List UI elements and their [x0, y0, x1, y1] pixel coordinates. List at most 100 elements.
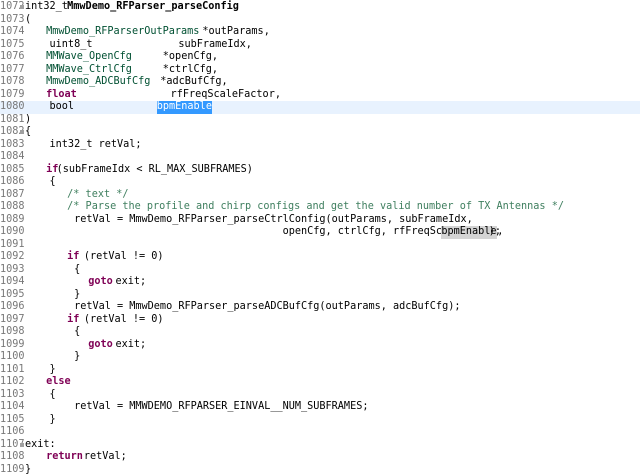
line-number: 1080 [0, 101, 24, 114]
code-line[interactable]: 1077 MMWave_CtrlCfg *ctrlCfg, [0, 64, 640, 77]
code-line[interactable]: 1091 [0, 239, 640, 252]
code-token: { [25, 264, 80, 277]
code-token: *ctrlCfg, [120, 64, 218, 77]
code-token: { [25, 326, 80, 339]
code-token: MmwDemo_RFParserOutParams [46, 26, 199, 39]
code-token: MmwDemo_RFParser_parseConfig [67, 1, 239, 14]
line-number: 1093 [0, 264, 24, 277]
line-number: 1103 [0, 389, 24, 402]
code-line[interactable]: 1086 { [0, 176, 640, 189]
code-token: retVal; [78, 451, 127, 464]
code-line[interactable]: 1093 { [0, 264, 640, 277]
code-line[interactable]: 1095 } [0, 289, 640, 302]
code-token: } [25, 464, 31, 476]
line-number: 1098 [0, 326, 24, 339]
line-number: 1108 [0, 451, 24, 464]
line-number: 1079 [0, 89, 24, 102]
code-line[interactable]: 1097 if (retVal != 0) [0, 314, 640, 327]
line-number: 1099 [0, 339, 24, 352]
code-line[interactable]: 1074 MmwDemo_RFParserOutParams *outParam… [0, 26, 640, 39]
code-line[interactable]: 1092 if (retVal != 0) [0, 251, 640, 264]
code-line[interactable]: 1078 MmwDemo_ADCBufCfg *adcBufCfg, [0, 76, 640, 89]
code-line[interactable]: 1080 bool bpmEnable [0, 101, 640, 114]
code-token: } [25, 289, 80, 302]
line-number: 1101 [0, 364, 24, 377]
code-token: retVal = MMWDEMO_RFPARSER_EINVAL__NUM_SU… [25, 401, 368, 414]
code-line[interactable]: 1088 /* Parse the profile and chirp conf… [0, 201, 640, 214]
code-token: (subFrameIdx < RL_MAX_SUBFRAMES) [57, 164, 253, 177]
line-number: 1109 [0, 464, 24, 476]
code-line[interactable]: 1073( [0, 14, 640, 27]
code-token: } [25, 364, 56, 377]
code-token: exit; [109, 339, 146, 352]
code-line[interactable]: 1075 uint8_t subFrameIdx, [0, 39, 640, 52]
code-line[interactable]: 1082{ [0, 126, 640, 139]
code-line[interactable]: 1100 } [0, 351, 640, 364]
line-number: 1084 [0, 151, 24, 164]
code-token: } [25, 351, 80, 364]
code-token: else [46, 376, 71, 389]
line-number: 1086 [0, 176, 24, 189]
code-token: } [25, 414, 56, 427]
line-number: 1095 [0, 289, 24, 302]
code-line[interactable]: 1072int32_t MmwDemo_RFParser_parseConfig [0, 1, 640, 14]
code-line[interactable]: 1102 else [0, 376, 640, 389]
code-token: uint8_t subFrameIdx, [25, 39, 252, 52]
line-number: 1083 [0, 139, 24, 152]
selected-text: bpmEnable [157, 101, 212, 114]
code-line[interactable]: 1076 MMWave_OpenCfg *openCfg, [0, 51, 640, 64]
code-line[interactable]: 1109} [0, 464, 640, 476]
code-line[interactable]: 1085 if(subFrameIdx < RL_MAX_SUBFRAMES) [0, 164, 640, 177]
code-token: ); [489, 226, 501, 239]
code-line[interactable]: 1079 float rfFreqScaleFactor, [0, 89, 640, 102]
code-line[interactable]: 1084 [0, 151, 640, 164]
code-line[interactable]: 1094 goto exit; [0, 276, 640, 289]
line-number: 1094 [0, 276, 24, 289]
code-line[interactable]: 1105 } [0, 414, 640, 427]
code-token: /* text */ [67, 189, 128, 202]
code-line[interactable]: 1083 int32_t retVal; [0, 139, 640, 152]
line-number: 1081 [0, 114, 24, 127]
code-line[interactable]: 1090 openCfg, ctrlCfg, rfFreqScaleFactor… [0, 226, 640, 239]
code-line[interactable]: 1106 [0, 426, 640, 439]
code-token: exit; [109, 276, 146, 289]
code-token: (retVal != 0) [78, 251, 164, 264]
code-line[interactable]: 1103 { [0, 389, 640, 402]
code-line[interactable]: 1099 goto exit; [0, 339, 640, 352]
code-token: *adcBufCfg, [136, 76, 228, 89]
code-token: int32_t retVal; [25, 139, 142, 152]
line-number: 1085 [0, 164, 24, 177]
line-number: 1090 [0, 226, 24, 239]
line-number: 1088 [0, 201, 24, 214]
line-number: 1102 [0, 376, 24, 389]
code-line[interactable]: 1098 { [0, 326, 640, 339]
code-line[interactable]: 1101 } [0, 364, 640, 377]
code-line[interactable]: 1087 /* text */ [0, 189, 640, 202]
code-line[interactable]: 1081) [0, 114, 640, 127]
fold-marker-icon[interactable] [20, 5, 24, 9]
code-line[interactable]: 1107exit: [0, 439, 640, 452]
code-token: { [25, 126, 31, 139]
code-token: /* Parse the profile and chirp configs a… [67, 201, 564, 214]
code-token: *openCfg, [120, 51, 218, 64]
fold-marker-icon[interactable] [20, 130, 24, 134]
line-number: 1075 [0, 39, 24, 52]
code-token: { [25, 389, 56, 402]
code-line[interactable]: 1104 retVal = MMWDEMO_RFPARSER_EINVAL__N… [0, 401, 640, 414]
line-number: 1073 [0, 14, 24, 27]
code-token: (retVal != 0) [78, 314, 164, 327]
line-number: 1092 [0, 251, 24, 264]
code-line[interactable]: 1089 retVal = MmwDemo_RFParser_parseCtrl… [0, 214, 640, 227]
line-number: 1097 [0, 314, 24, 327]
code-token: ( [25, 14, 31, 27]
line-number: 1089 [0, 214, 24, 227]
line-number: 1074 [0, 26, 24, 39]
code-token: retVal = MmwDemo_RFParser_parseCtrlConfi… [25, 214, 473, 227]
line-number: 1104 [0, 401, 24, 414]
code-line[interactable]: 1096 retVal = MmwDemo_RFParser_parseADCB… [0, 301, 640, 314]
code-line[interactable]: 1108 return retVal; [0, 451, 640, 464]
code-token: *outParams, [178, 26, 270, 39]
line-number: 1091 [0, 239, 24, 252]
fold-marker-icon[interactable] [20, 443, 24, 447]
code-editor[interactable]: 1072int32_t MmwDemo_RFParser_parseConfig… [0, 0, 640, 471]
